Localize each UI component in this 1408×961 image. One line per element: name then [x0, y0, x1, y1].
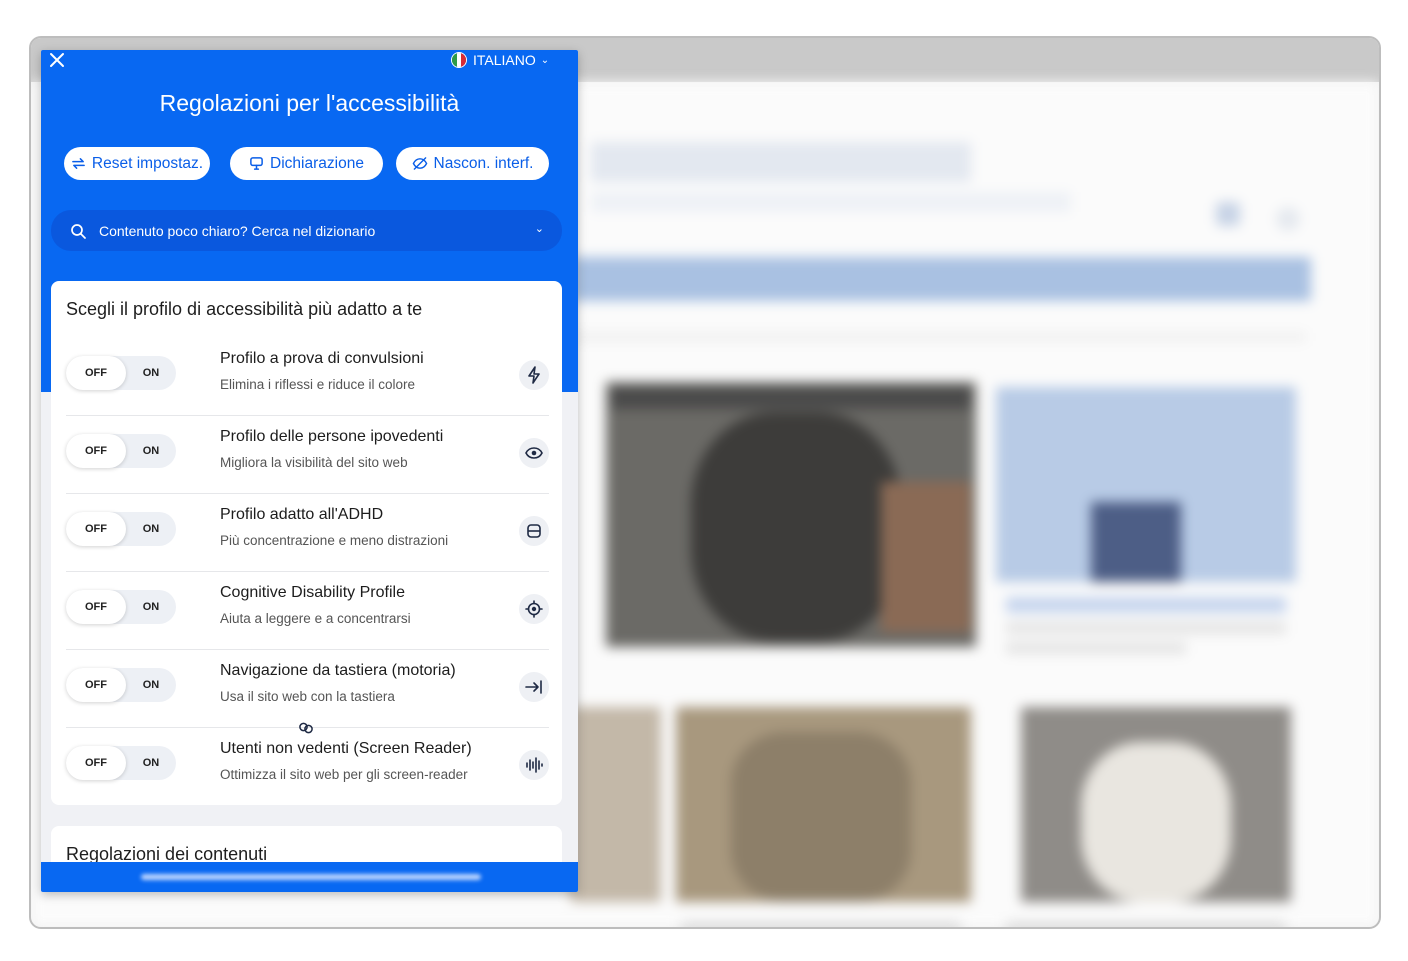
- tab-arrow-icon: [519, 672, 549, 702]
- profile-row-adhd: OFF ON Profilo adatto all'ADHD Più conce…: [66, 494, 549, 572]
- language-label: ITALIANO: [473, 52, 536, 68]
- toggle-off-label: OFF: [66, 668, 126, 702]
- lightning-icon: [519, 360, 549, 390]
- profile-subtitle: Aiuta a leggere e a concentrarsi: [220, 611, 411, 626]
- profile-toggle[interactable]: OFF ON: [66, 590, 176, 624]
- profile-title: Profilo a prova di convulsioni: [220, 350, 424, 367]
- statement-icon: [250, 157, 263, 170]
- footer-highlight: [141, 874, 481, 880]
- italy-flag-icon: [451, 52, 467, 68]
- toggle-off-label: OFF: [66, 356, 126, 390]
- toggle-on-label: ON: [142, 445, 160, 457]
- profile-title: Utenti non vedenti (Screen Reader): [220, 740, 472, 757]
- hide-interface-button[interactable]: Nascon. interf.: [396, 147, 549, 180]
- profile-title: Profilo adatto all'ADHD: [220, 506, 384, 523]
- link-icon: [298, 721, 314, 740]
- profile-subtitle: Più concentrazione e meno distrazioni: [220, 533, 449, 548]
- reset-arrows-icon: [72, 158, 85, 169]
- dictionary-search[interactable]: Contenuto poco chiaro? Cerca nel diziona…: [51, 210, 562, 251]
- profile-row-low-vision: OFF ON Profilo delle persone ipovedenti …: [66, 416, 549, 494]
- profile-subtitle: Elimina i riflessi e riduce il colore: [220, 377, 416, 392]
- profile-title: Profilo delle persone ipovedenti: [220, 428, 444, 445]
- chevron-down-icon: ⌄: [534, 223, 544, 235]
- toggle-off-label: OFF: [66, 590, 126, 624]
- target-icon: [519, 594, 549, 624]
- toggle-off-label: OFF: [66, 434, 126, 468]
- toggle-off-label: OFF: [66, 512, 126, 546]
- close-button[interactable]: [49, 50, 69, 70]
- profile-subtitle: Usa il sito web con la tastiera: [220, 689, 395, 704]
- profile-toggle[interactable]: OFF ON: [66, 512, 176, 546]
- reset-settings-button[interactable]: Reset impostaz.: [64, 147, 210, 180]
- profiles-heading: Scegli il profilo di accessibilità più a…: [66, 299, 423, 319]
- profile-row-seizure: OFF ON Profilo a prova di convulsioni El…: [66, 338, 549, 416]
- profile-subtitle: Ottimizza il sito web per gli screen-rea…: [220, 767, 468, 782]
- focus-frame-icon: [519, 516, 549, 546]
- toggle-on-label: ON: [142, 679, 160, 691]
- panel-footer: [41, 862, 578, 892]
- reset-settings-label: Reset impostaz.: [91, 154, 204, 172]
- chevron-down-icon: ⌄: [540, 54, 550, 66]
- statement-label: Dichiarazione: [270, 154, 364, 172]
- profile-subtitle: Migliora la visibilità del sito web: [220, 455, 408, 470]
- toggle-on-label: ON: [142, 757, 160, 769]
- profile-row-cognitive: OFF ON Cognitive Disability Profile Aiut…: [66, 572, 549, 650]
- toggle-on-label: ON: [142, 523, 160, 535]
- toggle-on-label: ON: [142, 367, 160, 379]
- profile-title: Navigazione da tastiera (motoria): [220, 662, 456, 679]
- audio-wave-icon: [519, 750, 549, 780]
- profile-toggle[interactable]: OFF ON: [66, 668, 176, 702]
- hide-interface-label: Nascon. interf.: [433, 154, 534, 172]
- profile-title: Cognitive Disability Profile: [220, 584, 405, 601]
- toggle-on-label: ON: [142, 601, 160, 613]
- eye-slash-icon: [412, 157, 427, 170]
- dictionary-search-label: Contenuto poco chiaro? Cerca nel diziona…: [99, 222, 376, 239]
- language-selector[interactable]: ITALIANO ⌄: [451, 51, 549, 69]
- search-icon: [71, 223, 86, 239]
- toggle-off-label: OFF: [66, 746, 126, 780]
- panel-title: Regolazioni per l'accessibilità: [159, 90, 460, 116]
- close-icon: [50, 53, 64, 67]
- statement-button[interactable]: Dichiarazione: [230, 147, 383, 180]
- eye-icon: [519, 438, 549, 468]
- accessibility-panel: ITALIANO ⌄ Regolazioni per l'accessibili…: [41, 50, 578, 892]
- profile-toggle[interactable]: OFF ON: [66, 434, 176, 468]
- profile-toggle[interactable]: OFF ON: [66, 746, 176, 780]
- profile-row-keyboard: OFF ON Navigazione da tastiera (motoria)…: [66, 650, 549, 728]
- profile-toggle[interactable]: OFF ON: [66, 356, 176, 390]
